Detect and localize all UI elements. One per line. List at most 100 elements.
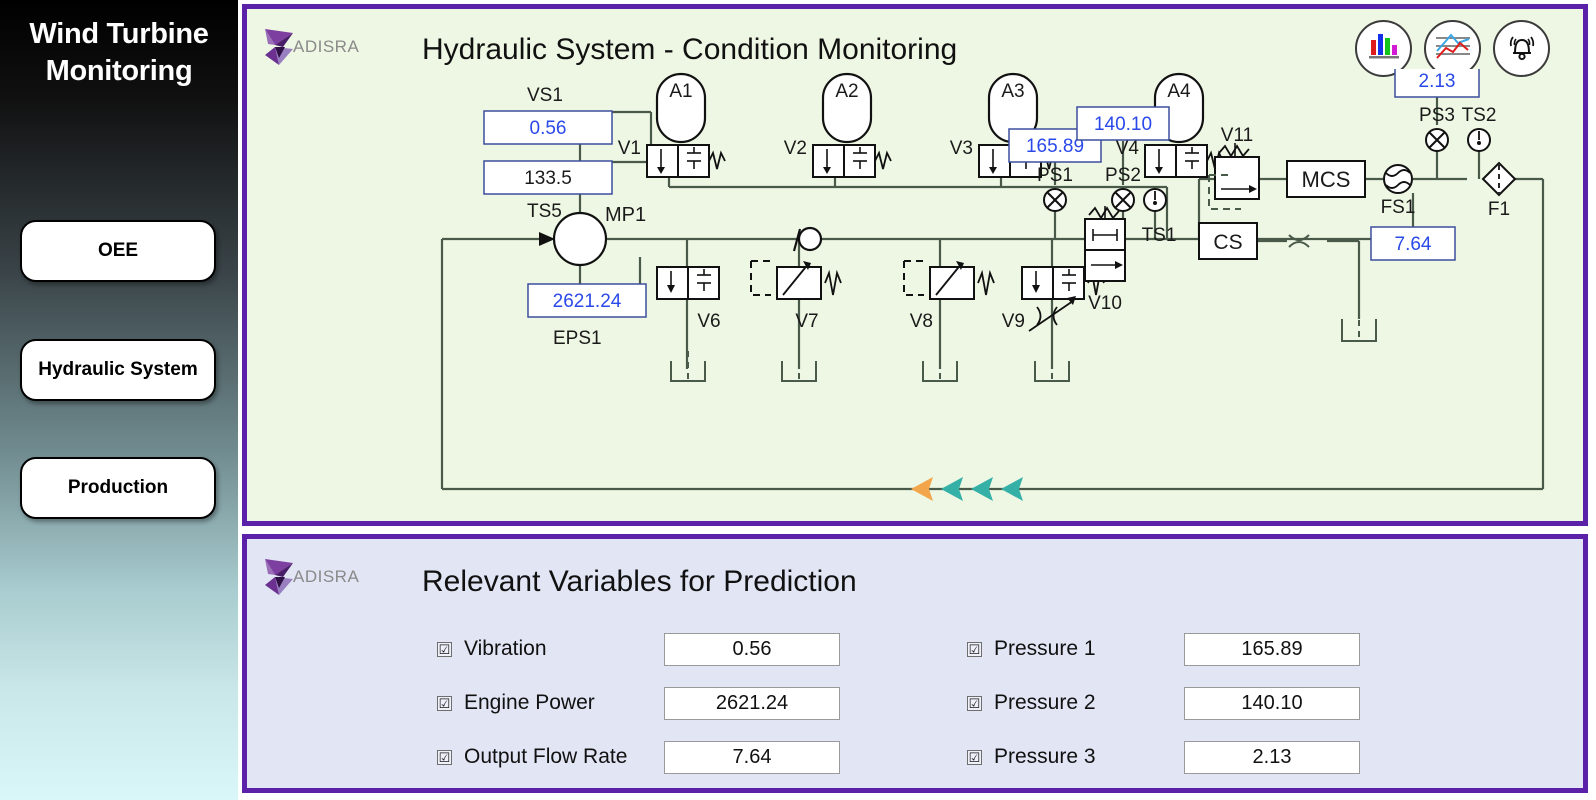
readout-eps1: 2621.24	[527, 283, 647, 318]
application-window: Wind Turbine Monitoring OEE Hydraulic Sy…	[0, 0, 1596, 800]
sidebar-item-label: Production	[67, 477, 169, 498]
variable-value-pressure-1[interactable]: 165.89	[1184, 632, 1360, 666]
variable-row-vibration: ☑ Vibration 0.56	[437, 629, 840, 669]
label-ps1: PS1	[1037, 165, 1073, 186]
sensor-ps3	[1425, 128, 1449, 152]
label-a4: A4	[1167, 81, 1191, 102]
sidebar-item-oee[interactable]: OEE	[20, 220, 216, 282]
label-ps2: PS2	[1105, 165, 1141, 186]
prediction-panel: ADISRA Relevant Variables for Prediction…	[242, 534, 1588, 793]
sidebar-item-label: OEE	[97, 240, 139, 261]
variable-value-engine-power[interactable]: 2621.24	[664, 686, 840, 720]
variable-row-pressure-1: ☑ Pressure 1 165.89	[967, 629, 1360, 669]
sidebar-item-production[interactable]: Production	[20, 457, 216, 519]
label-v1: V1	[618, 138, 641, 159]
label-vs1: VS1	[527, 85, 563, 106]
label-v6: V6	[697, 311, 720, 332]
content-area: ADISRA Hydraulic System - Condition Moni…	[238, 0, 1596, 800]
variable-row-output-flow-rate: ☑ Output Flow Rate 7.64	[437, 737, 840, 777]
svg-text:140.10: 140.10	[1094, 114, 1152, 135]
svg-text:0.56: 0.56	[530, 118, 567, 139]
readout-ps3: 2.13	[1394, 69, 1480, 98]
variable-label: Pressure 3	[994, 745, 1096, 768]
svg-text:2.13: 2.13	[1419, 71, 1456, 92]
variable-row-pressure-3: ☑ Pressure 3 2.13	[967, 737, 1360, 777]
label-v10: V10	[1088, 293, 1122, 314]
adisra-logo-bottom: ADISRA	[261, 555, 359, 599]
sensor-ps1	[1043, 188, 1067, 212]
label-a2: A2	[835, 81, 858, 102]
sensor-fs1	[1383, 164, 1413, 194]
hydraulic-schematic: A1 A2 A3 A4 V1 V2 V3 V4 MP1 V6 V7 V8 V9 …	[440, 69, 1545, 501]
label-f1: F1	[1488, 199, 1510, 220]
variable-value-output-flow-rate[interactable]: 7.64	[664, 740, 840, 774]
sensor-ts2	[1467, 128, 1491, 152]
readout-vs1: 0.56	[483, 110, 613, 145]
alarm-bell-icon	[1505, 29, 1539, 68]
svg-text:7.64: 7.64	[1395, 234, 1432, 255]
bar-chart-icon	[1367, 30, 1401, 67]
adisra-logo-text: ADISRA	[293, 567, 360, 586]
variable-value-pressure-2[interactable]: 140.10	[1184, 686, 1360, 720]
svg-text:2621.24: 2621.24	[553, 291, 622, 312]
readout-fs1: 7.64	[1370, 226, 1456, 261]
svg-text:133.5: 133.5	[524, 168, 572, 189]
label-ts2: TS2	[1462, 105, 1497, 126]
sensor-ps2	[1111, 188, 1135, 212]
adisra-logo: ADISRA	[261, 25, 359, 69]
sidebar: Wind Turbine Monitoring OEE Hydraulic Sy…	[0, 0, 238, 800]
checkbox-pressure-3[interactable]: ☑	[967, 749, 982, 765]
component-f1	[1481, 161, 1517, 197]
prediction-title: Relevant Variables for Prediction	[422, 565, 857, 598]
label-v7: V7	[795, 311, 818, 332]
label-a3: A3	[1001, 81, 1024, 102]
label-cs: CS	[1213, 231, 1242, 254]
trend-chart-icon	[1434, 30, 1472, 67]
app-title: Wind Turbine Monitoring	[29, 18, 209, 88]
svg-text:165.89: 165.89	[1026, 136, 1084, 157]
label-v2: V2	[784, 138, 807, 159]
label-eps1: EPS1	[553, 328, 602, 349]
variable-label: Pressure 1	[994, 637, 1096, 660]
label-v9: V9	[1002, 311, 1025, 332]
variable-label: Vibration	[464, 637, 547, 660]
sensor-ts1	[1143, 188, 1167, 212]
component-cs: CS	[1198, 222, 1258, 260]
checkbox-pressure-2[interactable]: ☑	[967, 695, 982, 711]
checkbox-vibration[interactable]: ☑	[437, 641, 452, 657]
readout-ts5: 133.5	[483, 160, 613, 195]
adisra-logo-icon	[261, 25, 295, 69]
checkbox-output-flow-rate[interactable]: ☑	[437, 749, 452, 765]
label-ts5: TS5	[527, 201, 562, 222]
checkbox-engine-power[interactable]: ☑	[437, 695, 452, 711]
label-fs1: FS1	[1381, 197, 1416, 218]
adisra-logo-text: ADISRA	[293, 37, 360, 56]
prediction-left-column: ☑ Vibration 0.56 ☑ Engine Power 2621.24 …	[437, 629, 840, 791]
variable-row-pressure-2: ☑ Pressure 2 140.10	[967, 683, 1360, 723]
variable-value-pressure-3[interactable]: 2.13	[1184, 740, 1360, 774]
adisra-logo-icon	[261, 555, 295, 599]
label-mp1: MP1	[605, 204, 646, 226]
variable-label: Engine Power	[464, 691, 595, 714]
hydraulic-diagram-panel: ADISRA Hydraulic System - Condition Moni…	[242, 4, 1588, 526]
label-ts1: TS1	[1142, 225, 1177, 246]
page-title: Hydraulic System - Condition Monitoring	[422, 33, 958, 66]
label-v4: V4	[1116, 138, 1140, 159]
label-a1: A1	[669, 81, 692, 102]
sidebar-item-hydraulic-system[interactable]: Hydraulic System	[20, 339, 216, 401]
readout-ps2: 140.10	[1076, 106, 1170, 141]
label-v8: V8	[910, 311, 933, 332]
cooler-symbol	[1288, 234, 1310, 248]
sidebar-item-label: Hydraulic System	[38, 359, 198, 380]
prediction-right-column: ☑ Pressure 1 165.89 ☑ Pressure 2 140.10 …	[967, 629, 1360, 791]
variable-value-vibration[interactable]: 0.56	[664, 632, 840, 666]
variable-label: Output Flow Rate	[464, 745, 628, 768]
label-v3: V3	[950, 138, 973, 159]
label-v11: V11	[1221, 125, 1253, 146]
component-mcs: MCS	[1286, 160, 1366, 198]
valve-v11	[1208, 143, 1260, 210]
valve-v10	[1084, 206, 1126, 282]
variable-row-engine-power: ☑ Engine Power 2621.24	[437, 683, 840, 723]
checkbox-pressure-1[interactable]: ☑	[967, 641, 982, 657]
variable-label: Pressure 2	[994, 691, 1096, 714]
